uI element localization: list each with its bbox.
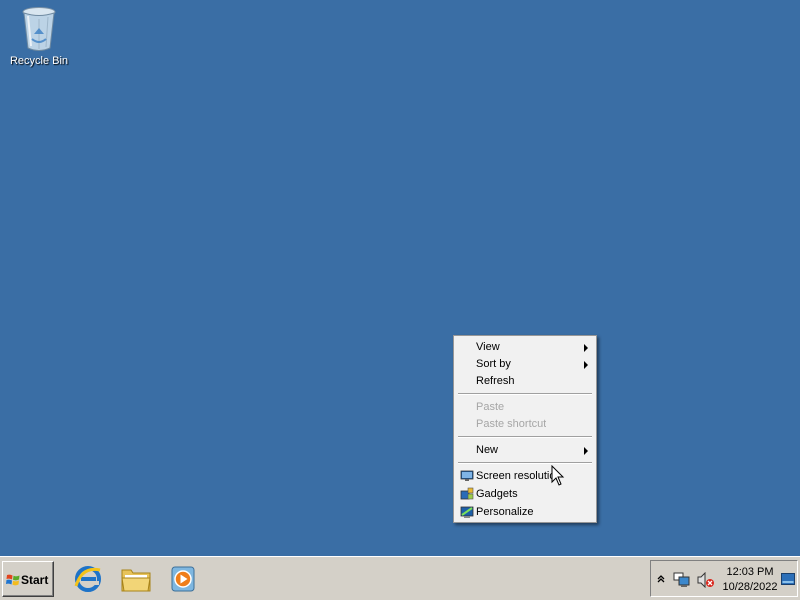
screen-resolution-icon (460, 470, 474, 481)
submenu-arrow-icon (584, 447, 588, 455)
volume-muted-icon[interactable] (697, 572, 715, 588)
menu-item-label: Sort by (476, 358, 511, 370)
media-player-icon[interactable] (168, 564, 200, 594)
clock-date[interactable]: 10/28/2022 (721, 581, 779, 593)
menu-item-screen-resolution[interactable]: Screen resolution (456, 468, 594, 485)
recycle-bin-shortcut[interactable]: Recycle Bin (8, 6, 70, 76)
menu-item-personalize[interactable]: Personalize (456, 504, 594, 521)
show-hidden-icons-chevron-icon[interactable] (657, 575, 665, 583)
clock-time[interactable]: 12:03 PM (721, 566, 779, 578)
submenu-arrow-icon (584, 344, 588, 352)
desktop-context-menu: View Sort by Refresh Paste Paste shortcu… (453, 335, 597, 523)
menu-item-label: New (476, 444, 499, 456)
menu-item-label: Paste (476, 401, 505, 413)
mouse-cursor-icon (551, 465, 565, 486)
windows-logo-icon (6, 574, 20, 586)
menu-item-sort-by[interactable]: Sort by (456, 356, 594, 373)
menu-item-view[interactable]: View (456, 339, 594, 356)
start-button[interactable]: Start (2, 561, 54, 597)
menu-item-paste-shortcut: Paste shortcut (456, 416, 594, 433)
menu-item-label: Gadgets (476, 488, 518, 500)
recycle-bin-label: Recycle Bin (9, 55, 69, 67)
menu-item-label: Refresh (476, 375, 515, 387)
network-icon[interactable] (673, 572, 691, 588)
menu-item-paste: Paste (456, 399, 594, 416)
taskbar: Start 12:03 PM 10/28/2022 (0, 556, 800, 600)
internet-explorer-icon[interactable] (72, 564, 104, 594)
recycle-bin-icon (22, 7, 56, 51)
personalize-icon (460, 506, 474, 518)
menu-item-refresh[interactable]: Refresh (456, 373, 594, 390)
system-tray: 12:03 PM 10/28/2022 (650, 560, 798, 597)
folder-icon[interactable] (120, 564, 152, 594)
desktop[interactable]: Recycle Bin View Sort by Refresh Paste P… (0, 0, 800, 556)
menu-item-label: Screen resolution (476, 470, 556, 482)
menu-separator (458, 436, 592, 438)
start-label: Start (21, 573, 49, 587)
menu-item-gadgets[interactable]: Gadgets (456, 486, 594, 503)
menu-separator (458, 393, 592, 395)
menu-item-label: Personalize (476, 506, 534, 518)
submenu-arrow-icon (584, 361, 588, 369)
menu-item-label: View (476, 341, 500, 353)
menu-item-new[interactable]: New (456, 442, 594, 459)
menu-item-label: Paste shortcut (476, 418, 547, 430)
menu-separator (458, 462, 592, 464)
show-desktop-icon[interactable] (781, 573, 795, 585)
gadgets-icon (460, 487, 474, 500)
